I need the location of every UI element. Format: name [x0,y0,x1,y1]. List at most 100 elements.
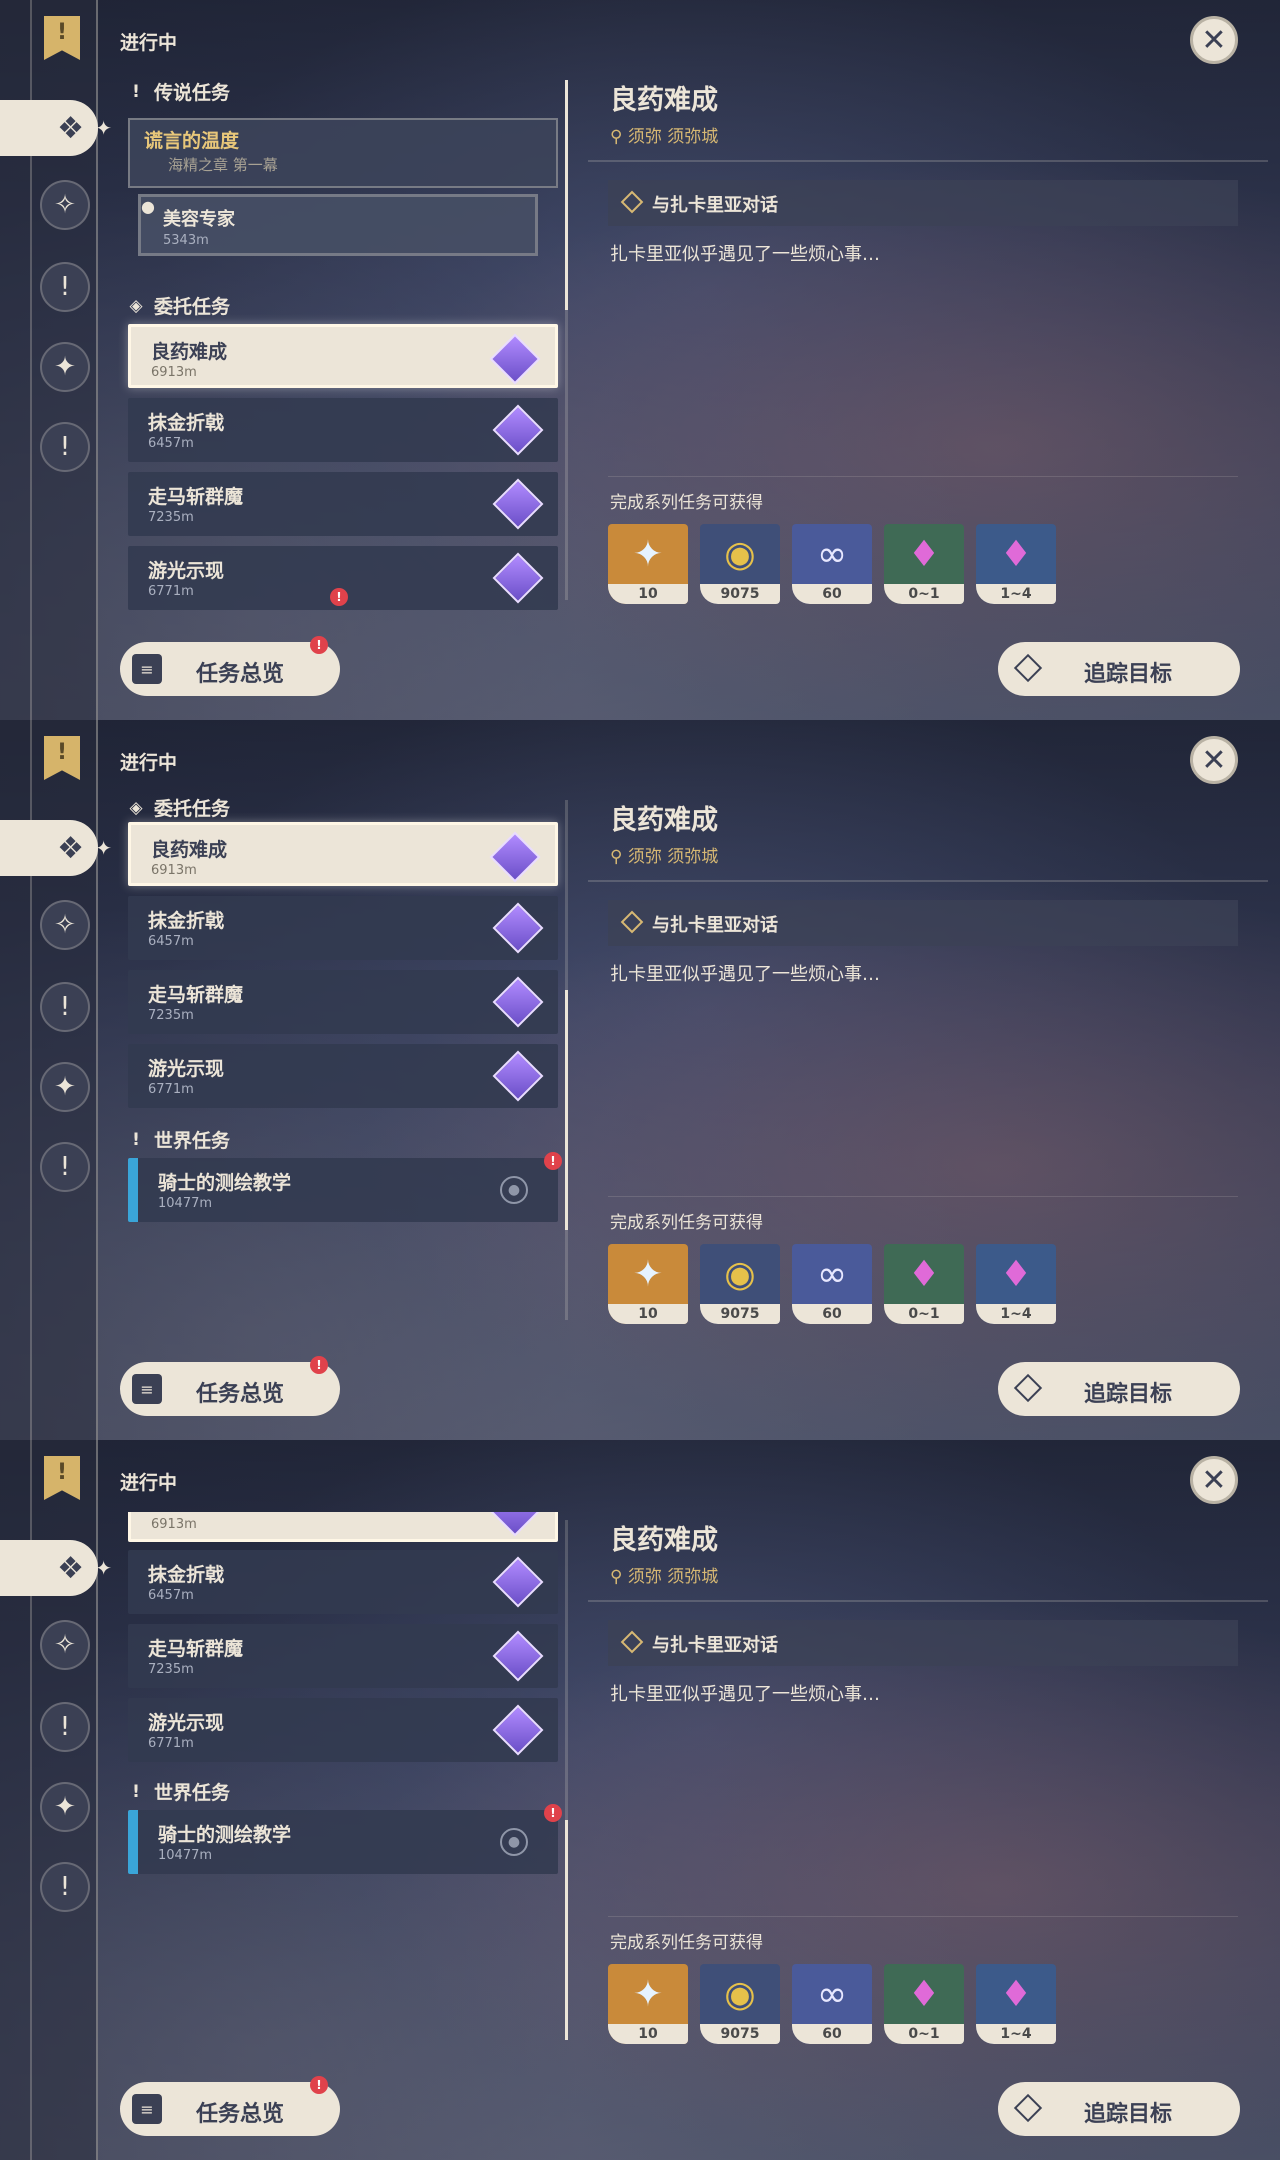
section-world: ! 世界任务 [128,1778,230,1805]
world-quest-item[interactable]: 骑士的测绘教学 10477m ● ! [128,1804,562,1874]
quest-item[interactable]: 抹金折戟 6457m [128,1550,558,1614]
map-pin-icon[interactable]: ● [141,197,155,216]
divider [588,880,1268,882]
track-target-button[interactable]: 追踪目标 [998,642,1240,696]
reward-crystal-cluster[interactable]: ♦ 1~4 [976,1964,1056,2044]
detail-location: ⚲ 须弥 须弥城 [610,1562,718,1587]
reward-adventure-exp[interactable]: ∞ 60 [792,1244,872,1324]
reward-mora[interactable]: ◉ 9075 [700,524,780,604]
rail-event-tab[interactable]: ✦ [40,1062,90,1112]
section-world: ! 世界任务 [128,1126,230,1153]
rail-archon-tab[interactable]: ✧ [40,1620,90,1670]
quest-distance: 6771m [148,1736,194,1751]
world-quest-item[interactable]: 骑士的测绘教学 10477m ● ! [128,1152,562,1222]
quest-overview-button[interactable]: ≡ 任务总览! [120,1356,340,1416]
quest-item[interactable]: 走马斩群魔 7235m [128,472,558,536]
subquest-name: 美容专家 [163,209,235,230]
quest-list: ! 传说任务 谎言的温度 海精之章 第一幕 美容专家 5343m ● ◈ 委托任务 … [120,72,560,612]
quest-item-selected[interactable]: 良药难成 6913m [128,822,558,886]
rail-story-tab[interactable]: ! [40,982,90,1032]
map-pin-icon[interactable]: ● [500,1176,528,1204]
reward-primogem[interactable]: ✦ 10 [608,1244,688,1324]
overview-label: 任务总览 [196,662,285,687]
reward-primogem[interactable]: ✦ 10 [608,524,688,604]
rail-commission-tab[interactable]: ❖ ✦ [0,100,112,156]
detail-description: 扎卡里亚似乎遇见了一些烦心事… [610,964,880,985]
rail-story-tab[interactable]: ! [40,262,90,312]
quest-item-selected[interactable]: 6913m [128,1512,558,1542]
objective-diamond-icon [620,1630,644,1654]
reward-mora[interactable]: ◉ 9075 [700,1964,780,2044]
reward-crystal-cluster[interactable]: ♦ 1~4 [976,1244,1056,1324]
scroll-thumb[interactable] [565,80,568,310]
legend-subquest[interactable]: 美容专家 5343m ● [138,194,538,256]
commission-star-icon [489,831,541,883]
quest-list: ◈ 委托任务 良药难成 6913m 抹金折戟 6457m 走马斩群魔 7235m … [120,792,562,1332]
commission-star-icon [492,976,544,1028]
reward-amount: 1~4 [976,2024,1056,2044]
track-diamond-icon [1013,1373,1043,1403]
flag-icon[interactable]: ! [44,736,80,780]
reward-crystal[interactable]: ♦ 0~1 [884,524,964,604]
detail-location-text: 须弥 须弥城 [627,127,719,147]
exclamation-icon: ! [132,1129,140,1150]
reward-crystal[interactable]: ♦ 0~1 [884,1244,964,1324]
quest-item[interactable]: 游光示现 6771m [128,1044,558,1108]
notice-badge: ! [310,1356,328,1374]
rail-story-tab[interactable]: ! [40,1702,90,1752]
quest-item[interactable]: 游光示现 6771m [128,1698,558,1762]
rail-world-tab[interactable]: ! [40,422,90,472]
overview-label: 任务总览 [196,1382,285,1407]
rail-world-tab[interactable]: ! [40,1142,90,1192]
reward-primogem[interactable]: ✦ 10 [608,1964,688,2044]
track-target-button[interactable]: 追踪目标 [998,1362,1240,1416]
section-legend: ! 传说任务 [128,78,230,105]
quest-distance: 7235m [148,510,194,525]
quest-item[interactable]: 走马斩群魔 7235m [128,1624,558,1688]
overview-book-icon: ≡ [132,654,162,684]
rail-archon-tab[interactable]: ✧ [40,900,90,950]
quest-name: 走马斩群魔 [148,486,244,508]
quest-distance: 10477m [158,1196,213,1211]
quest-detail: 良药难成 ⚲ 须弥 须弥城 与扎卡里亚对话 扎卡里亚似乎遇见了一些烦心事… 完成… [588,0,1268,720]
exclamation-icon: ! [132,81,140,102]
rail-archon-tab[interactable]: ✧ [40,180,90,230]
scroll-thumb[interactable] [565,990,568,1230]
quest-item-selected[interactable]: 良药难成 6913m [128,324,558,388]
quest-distance: 6913m [151,863,197,878]
legend-quest-card[interactable]: 谎言的温度 海精之章 第一幕 [128,118,558,188]
reward-adventure-exp[interactable]: ∞ 60 [792,1964,872,2044]
quest-item[interactable]: 抹金折戟 6457m [128,896,558,960]
rail-event-tab[interactable]: ✦ [40,342,90,392]
rail-commission-tab[interactable]: ❖ ✦ [0,820,112,876]
quest-overview-button[interactable]: ≡ 任务总览! [120,2076,340,2136]
rail-event-tab[interactable]: ✦ [40,1782,90,1832]
quest-distance: 6457m [148,436,194,451]
scrollbar[interactable] [565,1520,568,2040]
in-progress-label: 进行中 [120,32,178,54]
track-target-button[interactable]: 追踪目标 [998,2082,1240,2136]
section-commission: ◈ 委托任务 [128,794,230,821]
reward-crystal[interactable]: ♦ 0~1 [884,1964,964,2044]
quest-overview-button[interactable]: ≡ 任务总览! [120,636,340,696]
quest-item[interactable]: 走马斩群魔 7235m [128,970,558,1034]
rail-world-tab[interactable]: ! [40,1862,90,1912]
quest-distance: 6457m [148,1588,194,1603]
scroll-thumb[interactable] [565,1820,568,2040]
commission-diamond-icon: ❖ [57,1550,84,1586]
rail-commission-tab[interactable]: ❖ ✦ [0,1540,112,1596]
flag-icon[interactable]: ! [44,1456,80,1500]
flag-icon[interactable]: ! [44,16,80,60]
objective-bar: 与扎卡里亚对话 [608,180,1238,226]
reward-crystal-cluster[interactable]: ♦ 1~4 [976,524,1056,604]
crystal-cluster-icon: ♦ [999,1973,1033,2015]
quest-item[interactable]: 抹金折戟 6457m [128,398,558,462]
map-pin-icon[interactable]: ● [500,1828,528,1856]
scrollbar[interactable] [565,80,568,600]
reward-adventure-exp[interactable]: ∞ 60 [792,524,872,604]
commission-star-icon [489,1512,541,1537]
scrollbar[interactable] [565,800,568,1320]
exclamation-icon: ! [132,1781,140,1802]
section-world-label: 世界任务 [154,1130,231,1152]
reward-mora[interactable]: ◉ 9075 [700,1244,780,1324]
